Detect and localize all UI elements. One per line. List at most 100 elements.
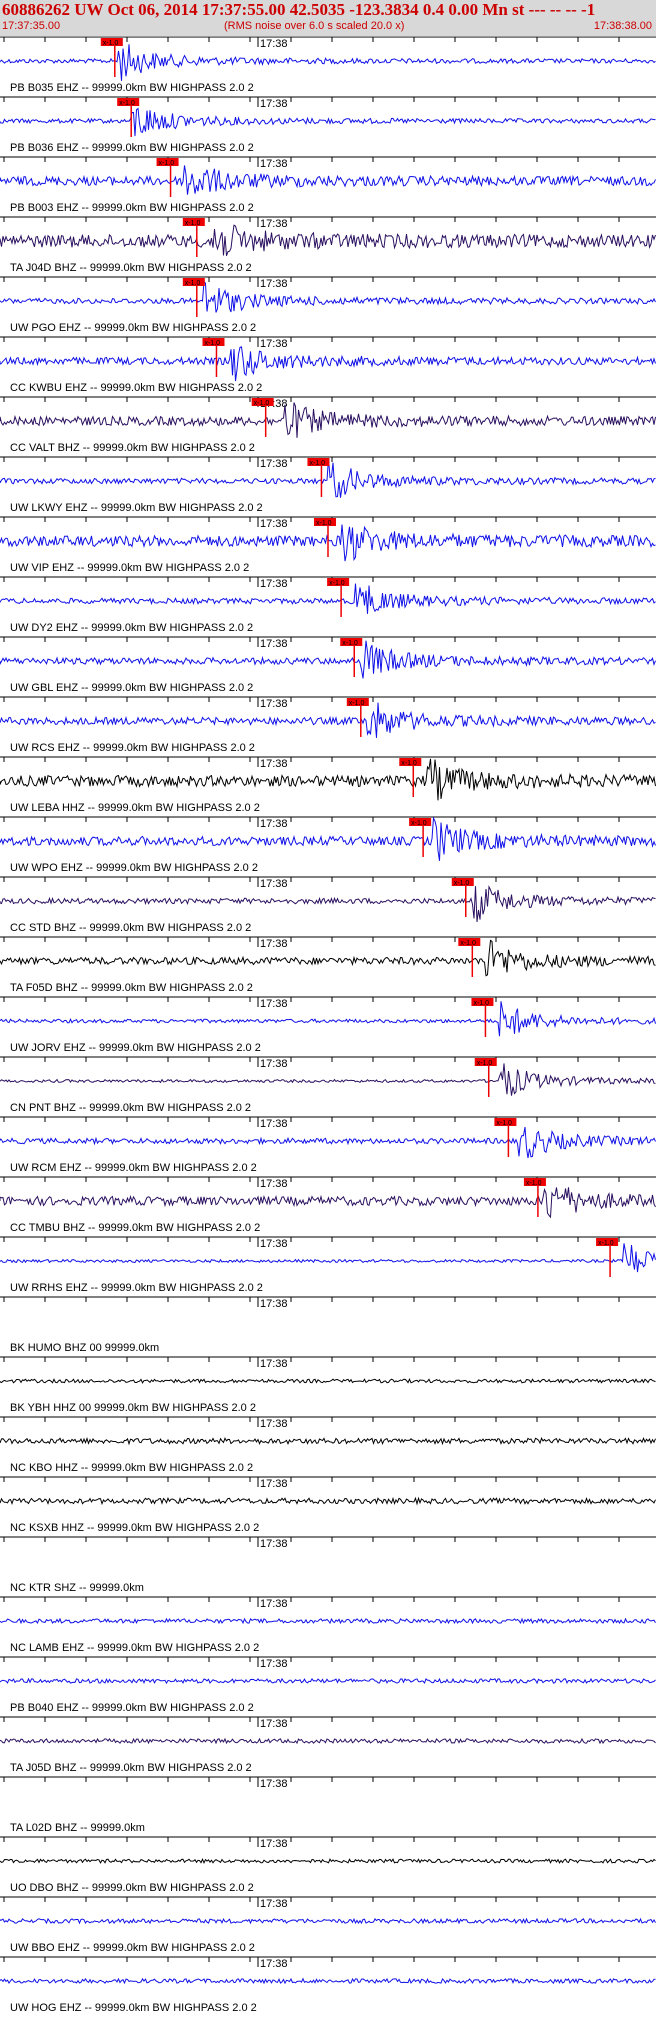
waveform [0,1187,656,1219]
station-label: CC STD BHZ -- 99999.0km BW HIGHPASS 2.0 … [10,922,251,934]
waveform [0,1436,656,1446]
station-label: BK HUMO BHZ 00 99999.0km [10,1342,159,1354]
pick-label: x-1.0 [473,1000,489,1007]
waveform [0,583,656,614]
waveform [0,816,656,861]
station-label: UW GBL EHZ -- 99999.0km BW HIGHPASS 2.0 … [10,682,253,694]
station-label: CN PNT BHZ -- 99999.0km BW HIGHPASS 2.0 … [10,1102,251,1114]
waveform [0,165,656,195]
waveform [0,1858,656,1865]
minute-tick-label: 17:38 [260,878,288,890]
station-label: CC TMBU BHZ -- 99999.0km BW HIGHPASS 2.0… [10,1222,260,1234]
waveform [0,1737,656,1745]
station-label: UW BBO EHZ -- 99999.0km BW HIGHPASS 2.0 … [10,1942,255,1954]
station-label: UW LKWY EHZ -- 99999.0km BW HIGHPASS 2.0… [10,502,263,514]
waveform [0,702,656,738]
waveform [0,1977,656,1985]
pick-label: x-1.0 [342,640,358,647]
waveform [0,758,656,801]
pick-label: x-1.0 [526,1180,542,1187]
minute-tick-label: 17:38 [260,1538,288,1550]
waveform [0,1617,656,1625]
pick-label: x-1.0 [329,580,345,587]
end-time: 17:38:38.00 [593,20,652,32]
minute-tick-label: 17:38 [260,158,288,170]
station-label: NC KBO HHZ -- 99999.0km BW HIGHPASS 2.0 … [10,1462,253,1474]
pick-label: x-1.0 [254,400,270,407]
waveform [0,939,656,977]
minute-tick-label: 17:38 [260,1718,288,1730]
minute-tick-label: 17:38 [260,938,288,950]
waveform [0,1063,656,1096]
minute-tick-label: 17:38 [260,518,288,530]
minute-tick-label: 17:38 [260,98,288,110]
pick-label: x-1.0 [496,1120,512,1127]
station-label: NC KTR SHZ -- 99999.0km [10,1582,144,1594]
waveform [0,1243,656,1273]
waveform [0,1917,656,1925]
waveform [0,1001,656,1037]
station-label: UW RCM EHZ -- 99999.0km BW HIGHPASS 2.0 … [10,1162,257,1174]
minute-tick-label: 17:38 [260,1058,288,1070]
minute-tick-label: 17:38 [260,38,288,50]
waveform [0,1677,656,1685]
minute-tick-label: 17:38 [260,1958,288,1970]
header-bar: 60886262 UW Oct 06, 2014 17:37:55.00 42.… [0,0,656,37]
minute-tick-label: 17:38 [260,1118,288,1130]
pick-label: x-1.0 [598,1240,614,1247]
minute-tick-label: 17:38 [260,1658,288,1670]
minute-tick-label: 17:38 [260,578,288,590]
station-label: UO DBO BHZ -- 99999.0km BW HIGHPASS 2.0 … [10,1882,254,1894]
station-label: UW WPO EHZ -- 99999.0km BW HIGHPASS 2.0 … [10,862,258,874]
waveform [0,1377,656,1384]
pick-label: x-1.0 [401,760,417,767]
waveform [0,640,656,679]
minute-tick-label: 17:38 [260,278,288,290]
station-label: BK YBH HHZ 00 99999.0km BW HIGHPASS 2.0 … [10,1402,256,1414]
minute-tick-label: 17:38 [260,1418,288,1430]
waveform [0,44,656,81]
pick-label: x-1.0 [349,700,365,707]
minute-tick-label: 17:38 [260,818,288,830]
station-label: PB B036 EHZ -- 99999.0km BW HIGHPASS 2.0… [10,142,254,154]
waveform [0,884,656,922]
pick-label: x-1.0 [159,160,175,167]
pick-label: x-1.0 [411,820,427,827]
waveform [0,224,656,256]
minute-tick-label: 17:38 [260,1298,288,1310]
pick-label: x-1.0 [460,940,476,947]
station-label: UW LEBA HHZ -- 99999.0km BW HIGHPASS 2.0… [10,802,260,814]
minute-tick-label: 17:38 [260,338,288,350]
minute-tick-label: 17:38 [260,638,288,650]
minute-tick-label: 17:38 [260,218,288,230]
station-label: UW PGO EHZ -- 99999.0km BW HIGHPASS 2.0 … [10,322,256,334]
minute-tick-label: 17:38 [260,698,288,710]
pick-label: x-1.0 [204,340,220,347]
pick-label: x-1.0 [309,460,325,467]
station-label: CC KWBU EHZ -- 99999.0km BW HIGHPASS 2.0… [10,382,262,394]
station-label: TA J04D BHZ -- 99999.0km BW HIGHPASS 2.0… [10,262,252,274]
waveform [0,107,656,137]
minute-tick-label: 17:38 [260,458,288,470]
station-label: TA J05D BHZ -- 99999.0km BW HIGHPASS 2.0… [10,1762,252,1774]
minute-tick-label: 17:38 [260,1478,288,1490]
station-label: PB B003 EHZ -- 99999.0km BW HIGHPASS 2.0… [10,202,254,214]
waveform [0,1496,656,1506]
station-label: NC KSXB HHZ -- 99999.0km BW HIGHPASS 2.0… [10,1522,259,1534]
pick-label: x-1.0 [103,40,119,47]
pick-label: x-1.0 [477,1060,493,1067]
minute-tick-label: 17:38 [260,998,288,1010]
station-label: TA L02D BHZ -- 99999.0km [10,1822,145,1834]
pick-label: x-1.0 [119,100,135,107]
minute-tick-label: 17:38 [260,1358,288,1370]
minute-tick-label: 17:38 [260,758,288,770]
station-label: UW RRHS EHZ -- 99999.0km BW HIGHPASS 2.0… [10,1282,263,1294]
pick-label: x-1.0 [454,880,470,887]
station-label: UW VIP EHZ -- 99999.0km BW HIGHPASS 2.0 … [10,562,249,574]
scale-note: (RMS noise over 6.0 s scaled 20.0 x) [224,20,405,32]
station-label: UW RCS EHZ -- 99999.0km BW HIGHPASS 2.0 … [10,742,255,754]
station-label: UW DY2 EHZ -- 99999.0km BW HIGHPASS 2.0 … [10,622,253,634]
minute-tick-label: 17:38 [260,1838,288,1850]
pick-label: x-1.0 [185,220,201,227]
pick-label: x-1.0 [185,280,201,287]
